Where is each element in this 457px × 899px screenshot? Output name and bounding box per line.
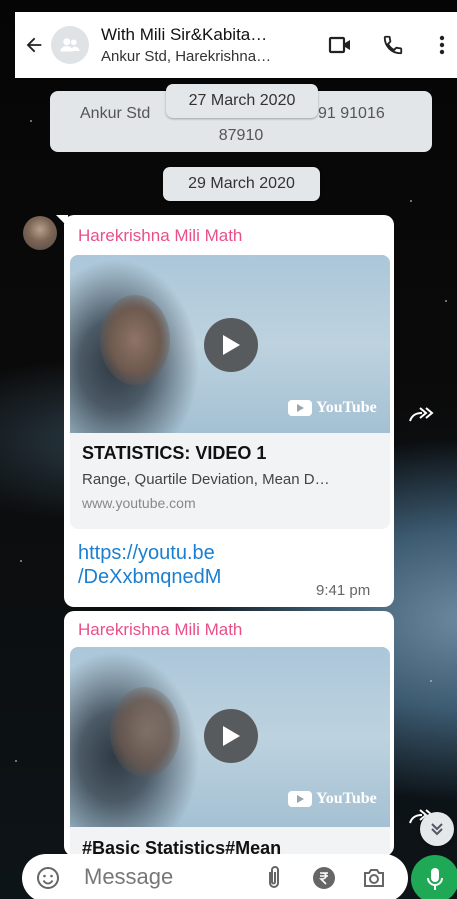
youtube-brand: YouTube <box>316 790 377 807</box>
message-link-line1[interactable]: https://youtu.be <box>78 541 221 565</box>
voice-call-icon[interactable] <box>380 32 406 58</box>
message-bubble[interactable]: Harekrishna Mili Math YouTube #Basic Sta… <box>64 611 394 856</box>
date-chip-29-march: 29 March 2020 <box>163 167 320 201</box>
preview-description: Range, Quartile Deviation, Mean D… <box>82 471 330 488</box>
mic-icon <box>427 868 443 890</box>
sender-name[interactable]: Harekrishna Mili Math <box>78 226 242 246</box>
mic-button[interactable] <box>411 855 457 899</box>
youtube-brand: YouTube <box>316 399 377 416</box>
youtube-logo: YouTube <box>288 790 377 808</box>
chat-members: Ankur Std, Harekrishna… <box>101 48 272 65</box>
group-icon <box>60 38 80 52</box>
preview-domain: www.youtube.com <box>82 495 196 511</box>
message-input[interactable]: Message <box>84 864 173 890</box>
back-arrow-icon[interactable] <box>21 32 47 58</box>
message-time: 9:41 pm <box>316 582 371 599</box>
more-options-icon[interactable] <box>429 32 455 58</box>
scroll-to-bottom-button[interactable] <box>420 812 454 846</box>
play-icon[interactable] <box>204 318 258 372</box>
camera-icon[interactable] <box>362 866 386 890</box>
group-avatar[interactable] <box>51 26 89 64</box>
bubble-tail <box>56 215 68 227</box>
preview-title: STATISTICS: VIDEO 1 <box>82 443 267 463</box>
payment-icon[interactable] <box>312 866 336 890</box>
message-link-line2[interactable]: /DeXxbmqnedM <box>78 565 221 589</box>
system-message-line2: 87910 <box>218 127 264 144</box>
message-bubble[interactable]: Harekrishna Mili Math YouTube STATISTICS… <box>64 215 394 607</box>
message-input-bar[interactable]: Message <box>22 854 408 899</box>
forward-icon[interactable] <box>407 403 435 425</box>
sender-avatar[interactable] <box>23 216 57 250</box>
emoji-icon[interactable] <box>36 866 60 890</box>
link-preview[interactable]: STATISTICS: VIDEO 1 Range, Quartile Devi… <box>70 433 390 529</box>
video-call-icon[interactable] <box>327 32 353 58</box>
date-chip-27-march: 27 March 2020 <box>166 84 318 118</box>
message-link[interactable]: https://youtu.be /DeXxbmqnedM <box>78 541 221 589</box>
video-thumbnail[interactable]: YouTube <box>70 647 390 827</box>
system-message-right: 91 91016 <box>318 105 385 122</box>
chat-title: With Mili Sir&Kabita… <box>101 25 268 44</box>
sender-name[interactable]: Harekrishna Mili Math <box>78 620 242 640</box>
chat-title-block[interactable]: With Mili Sir&Kabita… Ankur Std, Harekri… <box>101 25 311 65</box>
link-preview[interactable]: #Basic Statistics#Mean <box>70 827 390 856</box>
video-thumbnail[interactable]: YouTube <box>70 255 390 433</box>
chat-header: With Mili Sir&Kabita… Ankur Std, Harekri… <box>15 12 457 78</box>
attach-icon[interactable] <box>262 866 286 890</box>
system-message-left: Ankur Std <box>80 105 151 122</box>
double-chevron-down-icon <box>431 823 443 836</box>
youtube-logo: YouTube <box>288 399 377 417</box>
play-icon[interactable] <box>204 709 258 763</box>
